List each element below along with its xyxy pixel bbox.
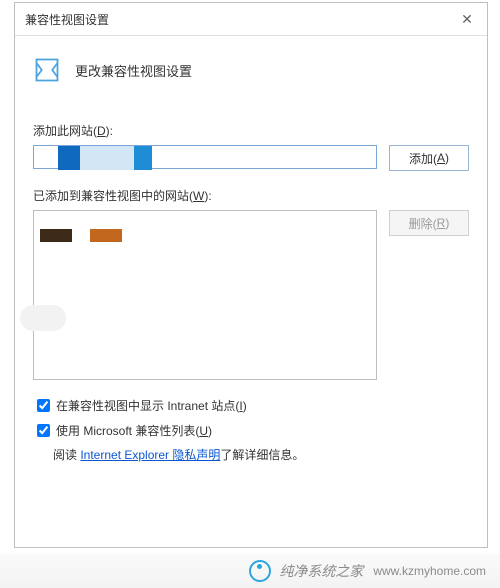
redaction-overlay [40,229,122,245]
add-website-input[interactable] [33,145,377,169]
privacy-link[interactable]: Internet Explorer 隐私声明 [80,448,220,462]
dialog-title: 兼容性视图设置 [25,11,457,28]
privacy-read-line: 阅读 Internet Explorer 隐私声明了解详细信息。 [53,446,469,463]
added-websites-listbox[interactable] [33,210,377,380]
ms-compat-checkbox-label: 使用 Microsoft 兼容性列表(U) [56,422,212,439]
watermark-text: 纯净系统之家 [279,561,363,581]
dialog-header: 更改兼容性视图设置 [33,56,469,84]
watermark: 纯净系统之家 www.kzmyhome.com [0,554,500,588]
compat-icon [33,56,61,84]
dialog-body: 更改兼容性视图设置 添加此网站(D): 添加(A) 已添加到兼容性视图中的网站(… [15,36,487,463]
ms-compat-checkbox-row[interactable]: 使用 Microsoft 兼容性列表(U) [33,421,469,440]
add-button[interactable]: 添加(A) [389,145,469,171]
added-websites-label: 已添加到兼容性视图中的网站(W): [33,187,469,204]
intranet-checkbox[interactable] [37,399,50,412]
intranet-checkbox-row[interactable]: 在兼容性视图中显示 Intranet 站点(I) [33,396,469,415]
add-website-label: 添加此网站(D): [33,122,469,139]
watermark-logo-icon [249,560,271,582]
added-websites-row: 删除(R) [33,210,469,396]
watermark-url: www.kzmyhome.com [373,564,486,578]
add-website-row: 添加(A) [33,145,469,171]
ms-compat-checkbox[interactable] [37,424,50,437]
redaction-overlay [32,144,182,172]
remove-button: 删除(R) [389,210,469,236]
close-icon[interactable]: ✕ [457,11,477,28]
titlebar: 兼容性视图设置 ✕ [15,3,487,36]
intranet-checkbox-label: 在兼容性视图中显示 Intranet 站点(I) [56,397,247,414]
compat-view-dialog: 兼容性视图设置 ✕ 更改兼容性视图设置 添加此网站(D): 添加(A) 已添加到… [14,2,488,548]
dialog-header-text: 更改兼容性视图设置 [75,61,192,80]
redaction-overlay [20,305,66,331]
